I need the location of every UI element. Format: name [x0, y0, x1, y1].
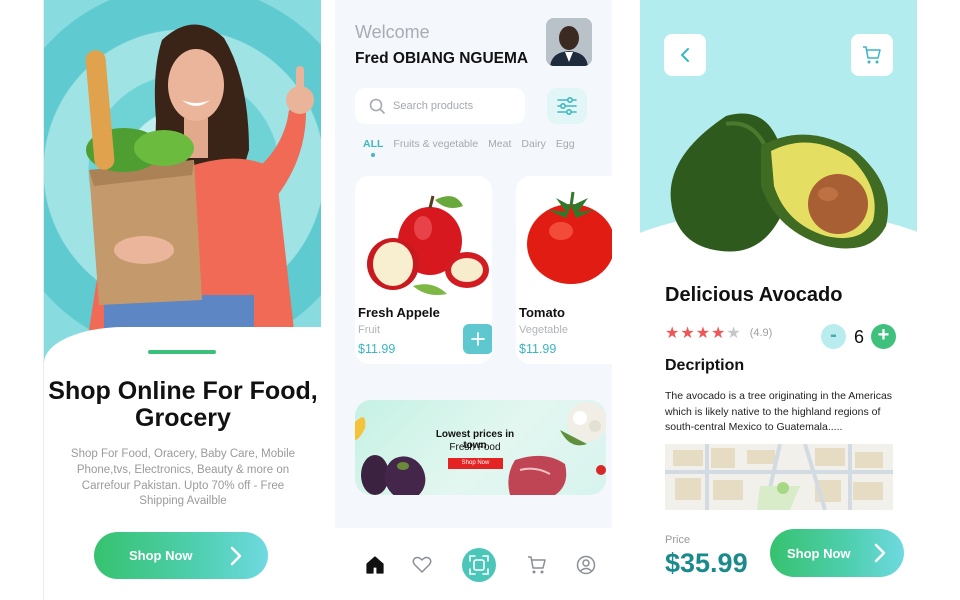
banner-shop-now-button[interactable]: Shop Now	[448, 458, 503, 469]
product-price: $11.99	[519, 342, 557, 356]
product-description: The avocado is a tree originating in the…	[665, 390, 893, 433]
quantity-increase-button[interactable]: +	[871, 324, 896, 349]
location-map[interactable]	[665, 444, 893, 510]
product-detail-screen: Delicious Avocado ★ ★ ★ ★ ★ (4.9) - 6 + …	[640, 0, 917, 600]
rating: ★ ★ ★ ★ ★ (4.9)	[665, 323, 772, 343]
search-placeholder: Search products	[393, 100, 474, 112]
star-icon: ★	[680, 325, 695, 342]
rating-value: (4.9)	[749, 327, 773, 339]
onboarding-description: Shop For Food, Oracery, Baby Care, Mobil…	[70, 448, 296, 508]
chevron-left-icon	[681, 48, 689, 62]
avatar[interactable]	[546, 18, 592, 66]
search-icon	[369, 98, 385, 114]
nav-home[interactable]	[358, 548, 392, 582]
onboarding-title: Shop Online For Food, Grocery	[48, 377, 318, 432]
cart-icon	[528, 556, 546, 574]
sliders-icon	[557, 97, 577, 115]
shop-now-button[interactable]: Shop Now	[770, 529, 904, 577]
promo-banner[interactable]: Lowest prices in town Fresh Food Shop No…	[355, 400, 606, 495]
description-heading: Decription	[665, 357, 745, 374]
avocado-image	[670, 113, 888, 252]
tab-egg[interactable]: Egg	[556, 138, 575, 150]
nav-scan[interactable]	[462, 548, 496, 582]
price-value: $35.99	[665, 548, 748, 578]
star-empty-icon: ★	[726, 325, 741, 342]
product-card-apple[interactable]: Fresh Appele Fruit $11.99	[355, 176, 492, 364]
product-title: Delicious Avocado	[665, 284, 843, 306]
back-button[interactable]	[664, 34, 706, 76]
search-input[interactable]: Search products	[355, 88, 525, 124]
home-screen: Welcome Fred OBIANG NGUEMA Search produc…	[335, 0, 612, 600]
star-icon: ★	[665, 325, 680, 342]
tab-meat[interactable]: Meat	[488, 138, 511, 150]
cart-icon	[863, 46, 881, 64]
nav-cart[interactable]	[520, 548, 554, 582]
profile-icon	[576, 555, 596, 575]
plus-icon	[471, 332, 485, 346]
scan-icon	[469, 555, 489, 575]
map-image	[665, 444, 893, 510]
chevron-right-icon	[874, 543, 886, 563]
nav-profile[interactable]	[569, 548, 603, 582]
cart-button[interactable]	[851, 34, 893, 76]
woman-with-grocery-bag-image	[85, 24, 314, 330]
onboarding-screen: Shop Online For Food, Grocery Shop For F…	[43, 0, 321, 600]
star-icon: ★	[711, 325, 726, 342]
quantity-decrease-button[interactable]: -	[821, 324, 846, 349]
product-card-tomato[interactable]: Tomato Vegetable $11.99	[516, 176, 612, 364]
shop-now-button[interactable]: Shop Now	[94, 532, 268, 579]
shop-now-label: Shop Now	[787, 545, 851, 561]
product-category: Fruit	[358, 324, 380, 336]
price-label: Price	[665, 534, 691, 546]
greeting: Welcome	[355, 22, 430, 42]
apple-image	[367, 195, 489, 295]
tab-all[interactable]: ALL	[363, 138, 383, 157]
bottom-navigation	[335, 528, 612, 600]
add-to-cart-button[interactable]	[463, 324, 492, 354]
product-price: $11.99	[358, 342, 396, 356]
avatar-photo	[546, 18, 592, 66]
category-tabs: ALL Fruits & vegetable Meat Dairy Egg	[363, 138, 575, 157]
drag-handle	[148, 350, 216, 354]
quantity-value: 6	[853, 327, 864, 347]
filter-button[interactable]	[547, 88, 587, 124]
product-name: Tomato	[519, 305, 565, 320]
home-icon	[366, 556, 384, 574]
tab-dairy[interactable]: Dairy	[521, 138, 546, 150]
shop-now-label: Shop Now	[129, 548, 193, 563]
tomato-image	[527, 191, 612, 284]
nav-favorites[interactable]	[405, 548, 439, 582]
product-name: Fresh Appele	[358, 305, 440, 320]
user-name: Fred OBIANG NGUEMA	[355, 50, 529, 67]
chevron-right-icon	[230, 546, 242, 565]
heart-icon	[412, 556, 432, 573]
banner-subtitle: Fresh Food	[449, 442, 501, 453]
star-icon: ★	[695, 325, 711, 342]
tab-fruits-vegetable[interactable]: Fruits & vegetable	[393, 138, 478, 150]
product-category: Vegetable	[519, 324, 568, 336]
